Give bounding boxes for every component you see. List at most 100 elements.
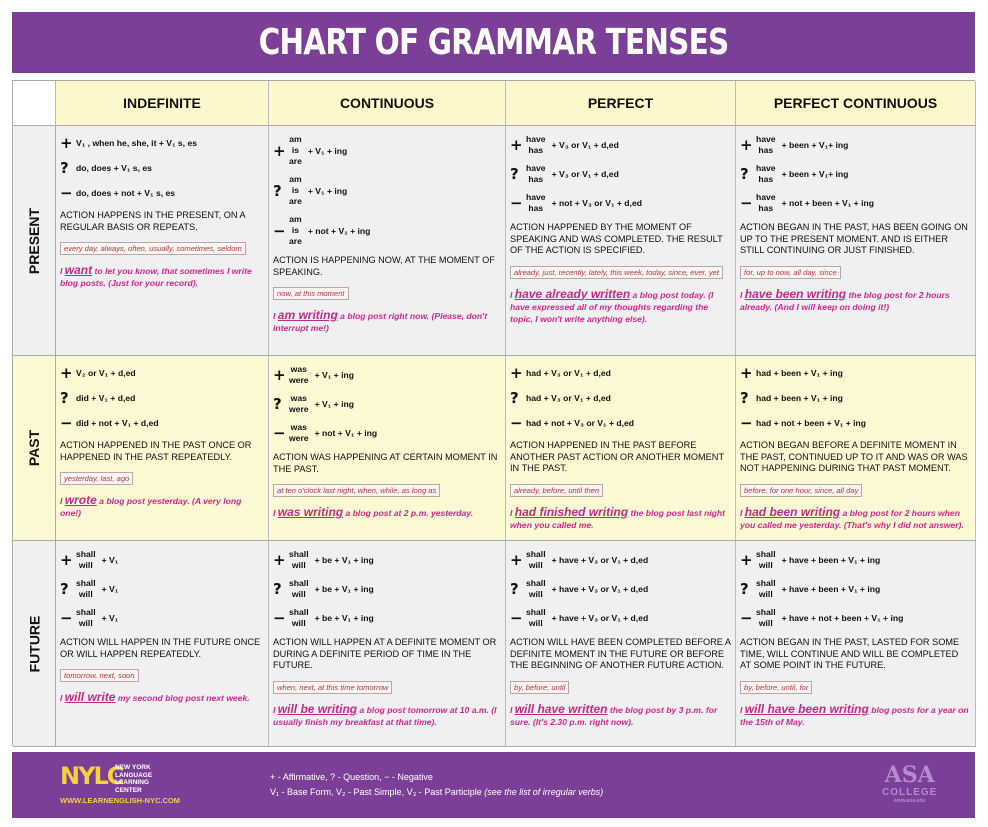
auxiliary-verb: will bbox=[291, 589, 306, 599]
auxiliary-verb: are bbox=[289, 156, 302, 166]
formula-text: + V₁ + ing bbox=[314, 399, 354, 409]
auxiliary-verb: shall bbox=[756, 549, 776, 559]
auxiliary-verb: shall bbox=[526, 549, 546, 559]
auxiliary-verb: will bbox=[528, 589, 543, 599]
question-icon: ? bbox=[740, 165, 749, 183]
time-markers: when, next, at this time tomorrow bbox=[273, 680, 393, 694]
minus-icon: − bbox=[510, 194, 523, 212]
time-markers: yesterday, last, ago bbox=[60, 472, 134, 485]
auxiliary-stack: shall will bbox=[526, 578, 546, 600]
formula-text: + V₁ bbox=[101, 613, 119, 623]
footer: NYLC NEW YORK LANGUAGE LEARNING CENTER W… bbox=[12, 752, 975, 818]
auxiliary-verb: was bbox=[290, 364, 307, 374]
example-sentence: I was writing a blog post at 2 p.m. yest… bbox=[273, 506, 501, 519]
formula-line: − shall will + have + not + been + V₁ + ing bbox=[740, 607, 971, 629]
auxiliary-stack: was were bbox=[289, 364, 309, 386]
auxiliary-verb: shall bbox=[756, 578, 776, 588]
question-icon: ? bbox=[60, 389, 69, 407]
nylc-logo: NYLC NEW YORK LANGUAGE LEARNING CENTER W… bbox=[60, 762, 180, 805]
formula-line: − do, does + not + V₁ s, es bbox=[60, 184, 264, 202]
tense-cell-past-indefinite: + V₂ or V₁ + d,ed? did + V₁ + d,ed − did + n… bbox=[56, 356, 269, 541]
auxiliary-verb: was bbox=[290, 393, 307, 403]
auxiliary-verb: am bbox=[289, 174, 302, 184]
auxiliary-verb: will bbox=[291, 618, 306, 628]
auxiliary-verb: shall bbox=[526, 578, 546, 588]
auxiliary-stack: have has bbox=[756, 192, 776, 214]
auxiliary-verb: has bbox=[758, 174, 774, 184]
formula-line: − have has + not + V₃ or V₁ + d,ed bbox=[510, 192, 731, 214]
example-sentence: I am writing a blog post right now. (Ple… bbox=[273, 309, 501, 334]
tense-cell-present-perfect: + have has + V₃ or V₁ + d,ed? have has + V₃ or… bbox=[506, 126, 736, 356]
formula-text: + be + V₁ + ing bbox=[314, 584, 374, 594]
legend-forms-text: V₁ - Base Form, V₂ - Past Simple, V₃ - P… bbox=[270, 787, 485, 797]
legend-symbols: + - Affirmative, ? - Question, − - Negat… bbox=[270, 772, 433, 782]
auxiliary-stack: shall will bbox=[289, 607, 309, 629]
question-icon: ? bbox=[740, 389, 749, 407]
auxiliary-verb: will bbox=[78, 560, 93, 570]
auxiliary-verb: is bbox=[291, 185, 300, 195]
column-header-perfect: PERFECT bbox=[506, 81, 736, 126]
auxiliary-verb: has bbox=[528, 203, 544, 213]
auxiliary-verb: was bbox=[290, 422, 307, 432]
formula-line: ? have has + been + V₁+ ing bbox=[740, 163, 971, 185]
auxiliary-stack: shall will bbox=[756, 578, 776, 600]
formula-line: ? shall will + V₁ bbox=[60, 578, 264, 600]
row-header-past: PAST bbox=[13, 356, 56, 541]
example-sentence: I wrote a blog post yesterday. (A very l… bbox=[60, 494, 264, 519]
example-verb: was writing bbox=[277, 505, 344, 519]
formula-text: + V₁ + ing bbox=[314, 370, 354, 380]
usage-description: ACTION IS HAPPENING NOW, AT THE MOMENT O… bbox=[273, 255, 495, 277]
tense-cell-future-perfect-continuous: + shall will + have + been + V₁ + ing? shall… bbox=[736, 541, 976, 747]
tense-cell-present-perfect-continuous: + have has + been + V₁+ ing? have has + been +… bbox=[736, 126, 976, 356]
time-markers: already, just, recently, lately, this we… bbox=[510, 265, 723, 279]
auxiliary-verb: will bbox=[528, 560, 543, 570]
plus-icon: + bbox=[60, 364, 73, 382]
auxiliary-verb: are bbox=[289, 236, 302, 246]
formula-text: + V₃ or V₁ + d,ed bbox=[551, 140, 619, 150]
formula-text: + not + V₃ or V₁ + d,ed bbox=[551, 198, 642, 208]
time-markers: for, up to now, all day, since bbox=[740, 265, 841, 279]
usage-description: ACTION BEGAN BEFORE A DEFINITE MOMENT IN… bbox=[740, 440, 968, 473]
formula-line: ? am is are + V₁ + ing bbox=[273, 174, 501, 207]
auxiliary-verb: will bbox=[78, 618, 93, 628]
example-rest: my second blog post next week. bbox=[115, 693, 250, 703]
question-icon: ? bbox=[273, 580, 282, 598]
minus-icon: − bbox=[740, 414, 753, 432]
formula-text: do, does + not + V₁ s, es bbox=[76, 188, 176, 198]
logo-mark: NYLC bbox=[60, 762, 124, 790]
asa-name: COLLEGE bbox=[882, 787, 938, 798]
plus-icon: + bbox=[510, 364, 523, 382]
auxiliary-verb: is bbox=[291, 145, 300, 155]
formula-text: + been + V₁+ ing bbox=[781, 169, 849, 179]
formula-text: had + V₃ or V₁ + d,ed bbox=[526, 393, 611, 403]
title-banner: CHART OF GRAMMAR TENSES bbox=[12, 12, 975, 73]
formula-line: ? had + been + V₁ + ing bbox=[740, 389, 971, 407]
auxiliary-verb: were bbox=[289, 404, 309, 414]
formula-text: + have + been + V₁ + ing bbox=[781, 555, 881, 565]
formula-text: had + not + been + V₁ + ing bbox=[756, 418, 867, 428]
auxiliary-stack: have has bbox=[526, 192, 546, 214]
usage-description: ACTION HAPPENED BY THE MOMENT OF SPEAKIN… bbox=[510, 222, 723, 255]
auxiliary-verb: will bbox=[291, 560, 306, 570]
time-markers: now, at this moment bbox=[273, 287, 349, 300]
example-sentence: I will be writing a blog post tomorrow a… bbox=[273, 703, 501, 728]
formula-text: + be + V₁ + ing bbox=[314, 555, 374, 565]
question-icon: ? bbox=[740, 580, 749, 598]
formula-text: do, does + V₁ s, es bbox=[76, 163, 152, 173]
plus-icon: + bbox=[273, 551, 286, 569]
tense-cell-future-perfect: + shall will + have + V₃ or V₁ + d,ed? shall… bbox=[506, 541, 736, 747]
formula-line: ? shall will + have + V₃ or V₁ + d,ed bbox=[510, 578, 731, 600]
column-header-continuous: CONTINUOUS bbox=[269, 81, 506, 126]
asa-college-logo: ASA COLLEGE www.asa.edu bbox=[882, 762, 937, 804]
website-link[interactable]: WWW.LEARNENGLISH-NYC.COM bbox=[60, 796, 180, 805]
usage-description: ACTION WILL HAPPEN IN THE FUTURE ONCE OR… bbox=[60, 637, 261, 659]
legend-note: (see the list of irregular verbs) bbox=[484, 787, 604, 797]
example-sentence: I have already written a blog post today… bbox=[510, 288, 731, 325]
minus-icon: − bbox=[740, 609, 753, 627]
auxiliary-stack: have has bbox=[756, 134, 776, 156]
auxiliary-verb: shall bbox=[76, 607, 96, 617]
auxiliary-verb: has bbox=[758, 145, 774, 155]
auxiliary-stack: shall will bbox=[289, 578, 309, 600]
auxiliary-stack: shall will bbox=[526, 607, 546, 629]
plus-icon: + bbox=[740, 551, 753, 569]
